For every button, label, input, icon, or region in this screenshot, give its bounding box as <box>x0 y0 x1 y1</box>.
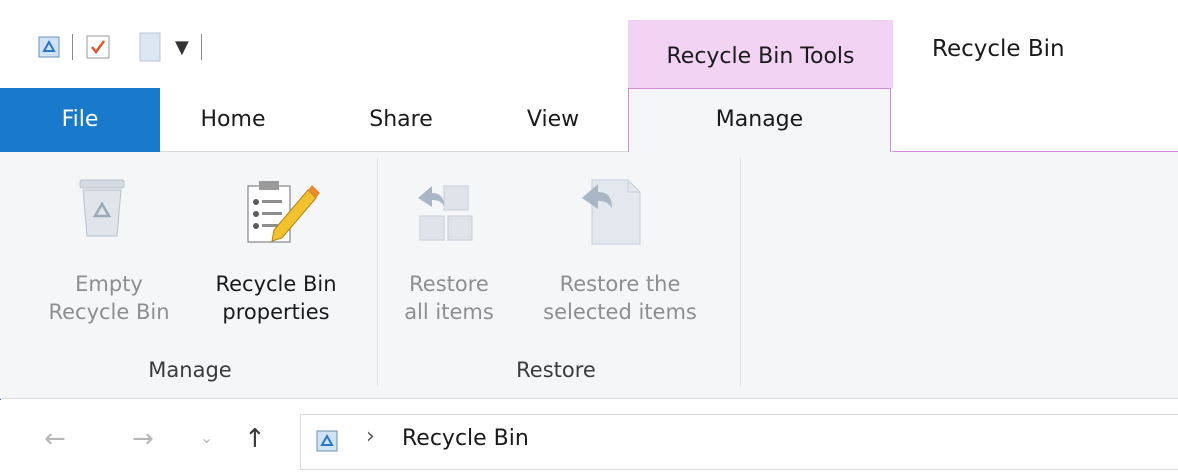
button-label: all items <box>404 300 494 324</box>
button-label: Recycle Bin <box>215 272 337 296</box>
button-label: Recycle Bin <box>48 300 170 324</box>
button-label: properties <box>222 300 330 324</box>
tab-manage[interactable]: Manage <box>628 88 891 152</box>
group-label-restore: Restore <box>516 358 596 382</box>
contextual-tab-group-header: Recycle Bin Tools <box>628 20 893 90</box>
group-label-manage: Manage <box>148 358 232 382</box>
recycle-bin-location-icon <box>316 430 338 456</box>
button-label: Restore the <box>559 272 681 296</box>
customize-qat-dropdown-icon[interactable]: ▼ <box>175 37 189 58</box>
recent-locations-chevron-icon[interactable]: ⌄ <box>200 428 213 447</box>
up-arrow-icon[interactable]: ↑ <box>244 424 266 454</box>
tab-home[interactable]: Home <box>178 88 288 152</box>
recycle-bin-properties-button[interactable]: Recycle Bin properties <box>194 270 358 326</box>
restore-all-items-button[interactable]: Restore all items <box>386 270 512 326</box>
button-label: selected items <box>543 300 697 324</box>
restore-selected-icon <box>578 176 648 252</box>
contextual-tab-group-label: Recycle Bin Tools <box>666 44 855 69</box>
group-separator <box>377 158 378 386</box>
tab-share[interactable]: Share <box>346 88 456 152</box>
recycle-bin-small-icon[interactable] <box>38 36 60 58</box>
button-label: Empty <box>75 272 143 296</box>
tab-view[interactable]: View <box>498 88 608 152</box>
group-separator <box>740 158 741 386</box>
restore-all-icon <box>414 180 478 248</box>
breadcrumb[interactable]: Recycle Bin <box>402 426 529 451</box>
qat-separator <box>200 34 202 60</box>
empty-recycle-bin-button[interactable]: Empty Recycle Bin <box>30 270 188 326</box>
quick-access-toolbar: ▼ <box>38 30 214 64</box>
tab-file[interactable]: File <box>0 88 160 152</box>
forward-arrow-icon[interactable]: → <box>132 424 154 454</box>
back-arrow-icon[interactable]: ← <box>44 424 66 454</box>
restore-selected-items-button[interactable]: Restore the selected items <box>520 270 720 326</box>
properties-check-icon[interactable] <box>85 34 111 60</box>
recycle-bin-icon <box>76 178 128 244</box>
properties-icon <box>244 178 324 250</box>
qat-separator <box>72 34 73 60</box>
breadcrumb-chevron-icon[interactable]: › <box>366 424 375 449</box>
button-label: Restore <box>409 272 489 296</box>
window-title: Recycle Bin <box>932 36 1065 62</box>
new-folder-icon[interactable] <box>139 32 161 62</box>
